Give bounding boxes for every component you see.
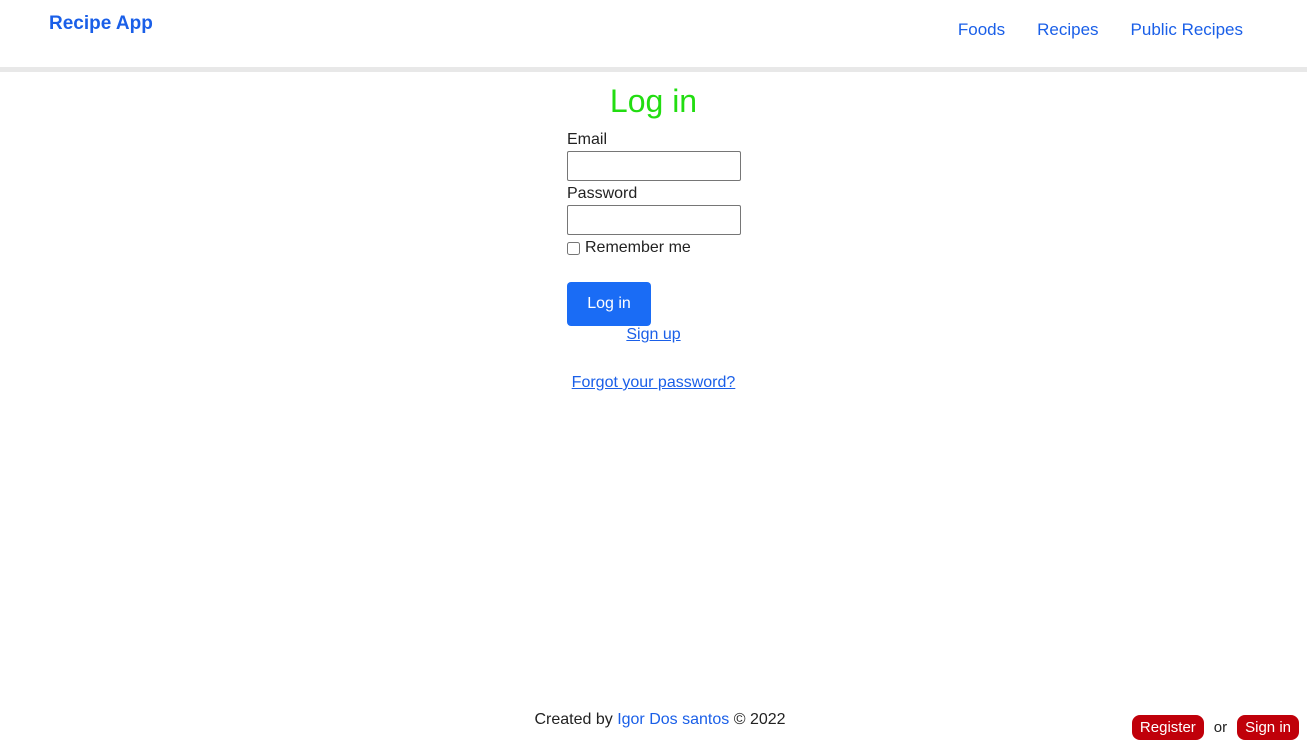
footer: Created by Igor Dos santos © 2022 [0,711,1307,729]
author-link[interactable]: Igor Dos santos [617,711,729,728]
remember-me-label: Remember me [585,239,691,256]
main-nav: Foods Recipes Public Recipes [958,20,1243,40]
signup-row: Sign up [0,326,1307,344]
or-text: or [1213,719,1228,736]
remember-me-checkbox[interactable] [567,241,580,255]
nav-recipes[interactable]: Recipes [1037,20,1098,40]
brand-link[interactable]: Recipe App [49,13,153,35]
header-divider [0,67,1307,72]
password-label: Password [567,185,638,202]
login-form: Email Password Remember me Log in [567,130,747,326]
page: Recipe App Foods Recipes Public Recipes … [0,0,1307,748]
footer-prefix: Created by [534,711,613,728]
login-button[interactable]: Log in [567,282,651,326]
email-label: Email [567,131,608,148]
register-button[interactable]: Register [1131,715,1204,740]
header: Recipe App Foods Recipes Public Recipes [0,0,1307,67]
remember-me-row: Remember me [567,238,747,258]
forgot-row: Forgot your password? [0,374,1307,392]
forgot-password-link[interactable]: Forgot your password? [572,374,736,391]
sign-in-button[interactable]: Sign in [1237,715,1299,740]
password-field[interactable] [567,205,741,235]
sign-up-link[interactable]: Sign up [626,326,680,343]
nav-foods[interactable]: Foods [958,20,1005,40]
auth-bar: Register or Sign in [1131,715,1299,740]
email-field[interactable] [567,151,741,181]
page-title: Log in [609,83,698,119]
nav-public-recipes[interactable]: Public Recipes [1131,20,1243,40]
footer-copyright: © 2022 [733,711,786,728]
